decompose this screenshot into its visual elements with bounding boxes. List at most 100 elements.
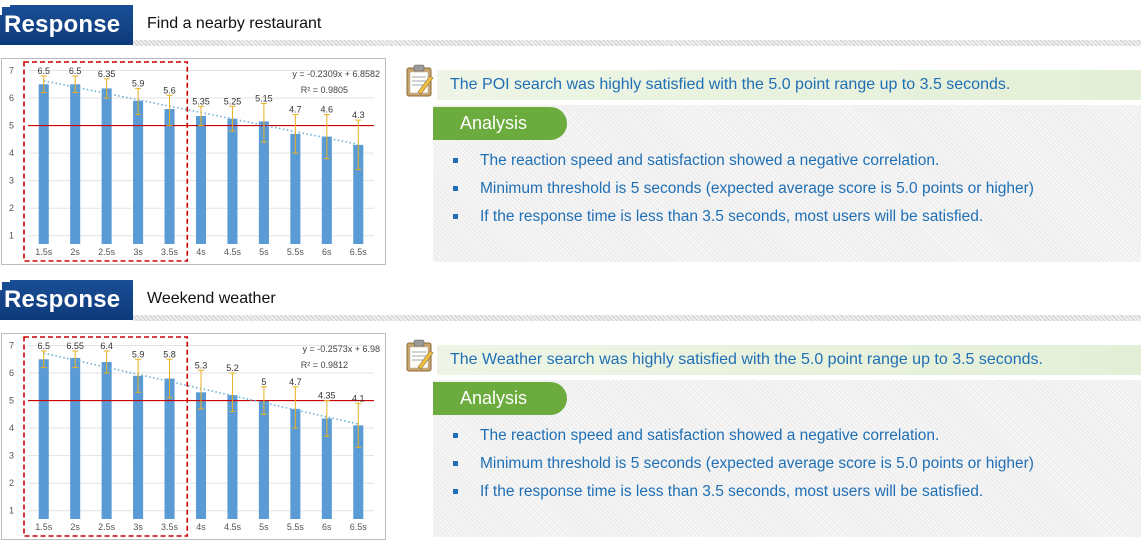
data-label: 5.9 <box>132 349 145 359</box>
r-squared: R² = 0.9805 <box>301 85 348 95</box>
notepad-icon <box>406 64 434 97</box>
x-tick-label: 4s <box>196 247 206 257</box>
x-tick-label: 1.5s <box>35 522 53 532</box>
r-squared: R² = 0.9812 <box>301 360 348 370</box>
data-label: 5.8 <box>163 349 176 359</box>
x-tick-label: 3.5s <box>161 247 179 257</box>
section-subtitle: Weekend weather <box>147 290 276 307</box>
x-tick-label: 4.5s <box>224 247 242 257</box>
y-tick-label: 4 <box>9 148 14 158</box>
section-title: Response 2 <box>0 280 133 353</box>
satisfaction-chart: 1 2 3 4 5 6 7 6.5 6.55 6.4 5.9 5.8 5.3 5.2 5 4.7 4.35 4.1… <box>1 333 386 540</box>
conclusion-banner: The POI search was highly satisfied with… <box>437 70 1141 100</box>
x-tick-label: 6.5s <box>350 522 368 532</box>
x-tick-label: 4.5s <box>224 522 242 532</box>
data-label: 6.5 <box>69 66 82 76</box>
data-label: 5.3 <box>195 360 208 370</box>
response-section-1: Response 1 Find a nearby restaurant 1 2 3 4… <box>0 0 1141 270</box>
analysis-panel: Analysis The reaction speed and satisfac… <box>433 380 1141 537</box>
data-label: 4.3 <box>352 110 365 120</box>
bar <box>101 88 112 245</box>
x-tick-label: 5s <box>259 247 269 257</box>
x-tick-label: 5s <box>259 522 269 532</box>
header-band <box>133 315 1141 321</box>
data-label: 5.2 <box>226 363 239 373</box>
analysis-label: Analysis <box>433 382 567 415</box>
analysis-bullet: Minimum threshold is 5 seconds (expected… <box>453 454 1034 482</box>
x-tick-label: 5.5s <box>287 522 305 532</box>
notepad-icon <box>406 339 434 372</box>
trend-equation: y = -0.2309x + 6.8582 <box>292 69 380 79</box>
chart-svg: 1 2 3 4 5 6 7 6.5 6.5 6.35 5.9 5.6 5.35 5.25 5.15 4.7 4.… <box>9 61 380 262</box>
bar <box>38 84 49 245</box>
bar <box>133 375 144 519</box>
satisfaction-chart: 1 2 3 4 5 6 7 6.5 6.5 6.35 5.9 5.6 5.35 5.25 5.15 4.7 4.… <box>1 58 386 265</box>
analysis-bullet: The reaction speed and satisfaction show… <box>453 426 1034 454</box>
data-label: 5.25 <box>224 96 242 106</box>
x-tick-label: 1.5s <box>35 247 53 257</box>
conclusion-banner: The Weather search was highly satisfied … <box>437 345 1141 375</box>
y-tick-label: 3 <box>9 451 14 461</box>
data-label: 4.1 <box>352 393 365 403</box>
analysis-bullet: If the response time is less than 3.5 se… <box>453 482 1034 510</box>
data-label: 5.35 <box>192 96 210 106</box>
analysis-bullet: Minimum threshold is 5 seconds (expected… <box>453 179 1034 207</box>
section-subtitle: Find a nearby restaurant <box>147 15 322 32</box>
data-label: 4.7 <box>289 105 302 115</box>
data-label: 4.7 <box>289 377 302 387</box>
bar <box>195 115 207 244</box>
y-tick-label: 7 <box>9 341 14 351</box>
bar <box>70 84 81 245</box>
bar <box>38 359 49 519</box>
analysis-bullets: The reaction speed and satisfaction show… <box>453 151 1034 235</box>
x-tick-label: 2s <box>70 247 80 257</box>
analysis-panel: Analysis The reaction speed and satisfac… <box>433 105 1141 262</box>
data-label: 6.5 <box>37 341 50 351</box>
x-tick-label: 4s <box>196 522 206 532</box>
bar <box>258 400 269 519</box>
data-label: 4.6 <box>321 105 334 115</box>
x-tick-label: 5.5s <box>287 247 305 257</box>
data-label: 6.5 <box>37 66 50 76</box>
x-tick-label: 6s <box>322 522 332 532</box>
data-label: 5.15 <box>255 94 273 104</box>
x-tick-label: 6s <box>322 247 332 257</box>
y-tick-label: 2 <box>9 478 14 488</box>
x-tick-label: 3s <box>133 522 143 532</box>
bar <box>227 118 238 244</box>
bar <box>227 395 238 519</box>
section-title: Response 1 <box>0 5 133 78</box>
y-tick-label: 5 <box>9 121 14 131</box>
x-tick-label: 2s <box>70 522 80 532</box>
data-label: 5 <box>261 377 266 387</box>
y-tick-label: 7 <box>9 66 14 76</box>
analysis-bullet: The reaction speed and satisfaction show… <box>453 151 1034 179</box>
data-label: 6.35 <box>98 69 116 79</box>
y-tick-label: 5 <box>9 396 14 406</box>
x-tick-label: 3s <box>133 247 143 257</box>
x-tick-label: 3.5s <box>161 522 179 532</box>
bar <box>133 100 144 244</box>
y-tick-label: 1 <box>9 506 14 516</box>
y-tick-label: 1 <box>9 231 14 241</box>
bar <box>164 378 175 519</box>
x-tick-label: 6.5s <box>350 247 368 257</box>
bar <box>101 362 112 519</box>
x-tick-label: 2.5s <box>98 247 116 257</box>
x-tick-label: 2.5s <box>98 522 116 532</box>
y-tick-label: 2 <box>9 203 14 213</box>
y-tick-label: 6 <box>9 368 14 378</box>
analysis-label: Analysis <box>433 107 567 140</box>
y-tick-label: 4 <box>9 423 14 433</box>
data-label: 5.9 <box>132 78 145 88</box>
y-tick-label: 6 <box>9 93 14 103</box>
bar <box>70 357 81 519</box>
chart-svg: 1 2 3 4 5 6 7 6.5 6.55 6.4 5.9 5.8 5.3 5.2 5 4.7 4.35 4.1… <box>9 336 380 537</box>
data-label: 6.4 <box>100 341 113 351</box>
response-section-2: Response 2 Weekend weather 1 2 3 4 5 6 7 6.5 6.5… <box>0 275 1141 540</box>
bar <box>195 392 207 519</box>
data-label: 5.6 <box>163 85 176 95</box>
trend-equation: y = -0.2573x + 6.98 <box>302 344 380 354</box>
data-label: 6.55 <box>66 341 84 351</box>
analysis-bullets: The reaction speed and satisfaction show… <box>453 426 1034 510</box>
